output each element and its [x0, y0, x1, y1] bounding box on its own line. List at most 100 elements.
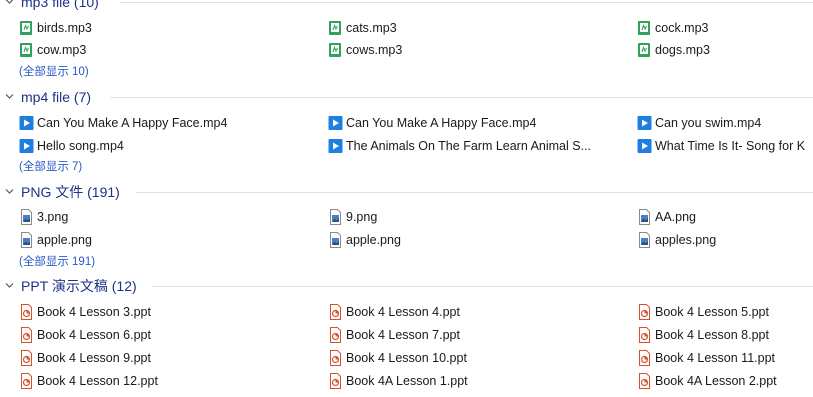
audio-file-icon [329, 43, 341, 57]
file-item[interactable]: cats.mp3 [328, 18, 618, 38]
file-item[interactable]: Hello song.mp4 [19, 136, 309, 156]
image-file-icon [330, 209, 341, 225]
file-name: apple.png [37, 233, 92, 247]
ppt-file-icon [330, 304, 341, 320]
ppt-file-icon [639, 373, 650, 389]
ppt-file-icon [639, 327, 650, 343]
file-item[interactable]: Book 4 Lesson 10.ppt [328, 348, 618, 368]
group-title: PPT 演示文稿 (12) [21, 278, 137, 294]
divider [136, 192, 813, 193]
file-name: birds.mp3 [37, 21, 92, 35]
file-name: Book 4A Lesson 2.ppt [655, 374, 777, 388]
file-item[interactable]: Book 4 Lesson 7.ppt [328, 325, 618, 345]
image-file-icon [639, 232, 650, 248]
file-item[interactable]: 3.png [19, 207, 309, 227]
file-item[interactable]: Book 4 Lesson 12.ppt [19, 371, 309, 391]
file-item[interactable]: Book 4 Lesson 4.ppt [328, 302, 618, 322]
group-title: mp4 file (7) [21, 89, 92, 105]
file-item[interactable]: Book 4A Lesson 1.ppt [328, 371, 618, 391]
file-name: Book 4 Lesson 3.ppt [37, 305, 151, 319]
ppt-file-icon [21, 350, 32, 366]
file-item[interactable]: Book 4 Lesson 5.ppt [637, 302, 812, 322]
file-item[interactable]: Can you swim.mp4 [637, 113, 812, 133]
video-file-icon [328, 116, 343, 130]
file-item[interactable]: cock.mp3 [637, 18, 812, 38]
file-item[interactable]: Book 4 Lesson 8.ppt [637, 325, 812, 345]
image-file-icon [639, 209, 650, 225]
file-name: cock.mp3 [655, 21, 709, 35]
video-file-icon [19, 116, 34, 130]
chevron-down-icon[interactable] [5, 187, 14, 196]
file-item[interactable]: Book 4 Lesson 11.ppt [637, 348, 812, 368]
file-name: cow.mp3 [37, 43, 87, 57]
ppt-file-icon [330, 350, 341, 366]
file-name: What Time Is It- Song for K [655, 139, 806, 153]
file-name: AA.png [655, 210, 697, 224]
audio-file-icon [20, 21, 32, 35]
file-item[interactable]: apple.png [19, 230, 309, 250]
chevron-down-icon[interactable] [5, 0, 14, 6]
file-item[interactable]: Can You Make A Happy Face.mp4 [19, 113, 309, 133]
audio-file-icon [20, 43, 32, 57]
group-header-mp4[interactable]: mp4 file (7) [0, 87, 813, 107]
file-name: Book 4 Lesson 5.ppt [655, 305, 769, 319]
ppt-file-icon [21, 327, 32, 343]
file-item[interactable]: Book 4 Lesson 3.ppt [19, 302, 309, 322]
file-item[interactable]: What Time Is It- Song for K [637, 136, 813, 156]
file-name: apple.png [346, 233, 401, 247]
ppt-file-icon [21, 373, 32, 389]
file-name: 9.png [346, 210, 378, 224]
file-item[interactable]: cow.mp3 [19, 40, 309, 60]
chevron-down-icon[interactable] [5, 281, 14, 290]
file-item[interactable]: Book 4A Lesson 2.ppt [637, 371, 812, 391]
chevron-down-icon[interactable] [5, 92, 14, 101]
file-name: Book 4 Lesson 10.ppt [346, 351, 467, 365]
file-name: dogs.mp3 [655, 43, 710, 57]
divider [120, 2, 813, 3]
video-file-icon [637, 116, 652, 130]
group-title: mp3 file (10) [21, 0, 99, 10]
divider [152, 286, 813, 287]
file-item[interactable]: birds.mp3 [19, 18, 309, 38]
file-item[interactable]: cows.mp3 [328, 40, 618, 60]
file-item[interactable]: Can You Make A Happy Face.mp4 [328, 113, 618, 133]
group-title: PNG 文件 (191) [21, 184, 120, 200]
file-name: cows.mp3 [346, 43, 403, 57]
show-all-link[interactable]: (全部显示 7) [19, 159, 82, 175]
group-header-png[interactable]: PNG 文件 (191) [0, 182, 813, 202]
file-name: 3.png [37, 210, 69, 224]
file-name: cats.mp3 [346, 21, 397, 35]
group-header-mp3[interactable]: mp3 file (10) [0, 0, 813, 12]
ppt-file-icon [639, 304, 650, 320]
file-name: Can you swim.mp4 [655, 116, 762, 130]
audio-file-icon [638, 43, 650, 57]
file-item[interactable]: AA.png [637, 207, 812, 227]
video-file-icon [328, 139, 343, 153]
file-item[interactable]: Book 4 Lesson 6.ppt [19, 325, 309, 345]
file-name: Book 4 Lesson 8.ppt [655, 328, 769, 342]
divider [110, 97, 813, 98]
file-item[interactable]: apples.png [637, 230, 812, 250]
audio-file-icon [329, 21, 341, 35]
video-file-icon [637, 139, 652, 153]
file-name: Book 4 Lesson 11.ppt [655, 351, 775, 365]
ppt-file-icon [330, 373, 341, 389]
file-name: Book 4 Lesson 9.ppt [37, 351, 151, 365]
file-item[interactable]: The Animals On The Farm Learn Animal S..… [328, 136, 618, 156]
ppt-file-icon [21, 304, 32, 320]
file-item[interactable]: dogs.mp3 [637, 40, 812, 60]
file-name: Can You Make A Happy Face.mp4 [37, 116, 228, 130]
file-item[interactable]: apple.png [328, 230, 618, 250]
file-name: Hello song.mp4 [37, 139, 124, 153]
file-name: Book 4 Lesson 7.ppt [346, 328, 460, 342]
image-file-icon [21, 232, 32, 248]
show-all-link[interactable]: (全部显示 191) [19, 254, 95, 270]
image-file-icon [330, 232, 341, 248]
audio-file-icon [638, 21, 650, 35]
group-header-ppt[interactable]: PPT 演示文稿 (12) [0, 276, 813, 296]
show-all-link[interactable]: (全部显示 10) [19, 64, 89, 80]
file-item[interactable]: 9.png [328, 207, 618, 227]
file-name: Book 4A Lesson 1.ppt [346, 374, 468, 388]
file-item[interactable]: Book 4 Lesson 9.ppt [19, 348, 309, 368]
file-name: Book 4 Lesson 4.ppt [346, 305, 460, 319]
